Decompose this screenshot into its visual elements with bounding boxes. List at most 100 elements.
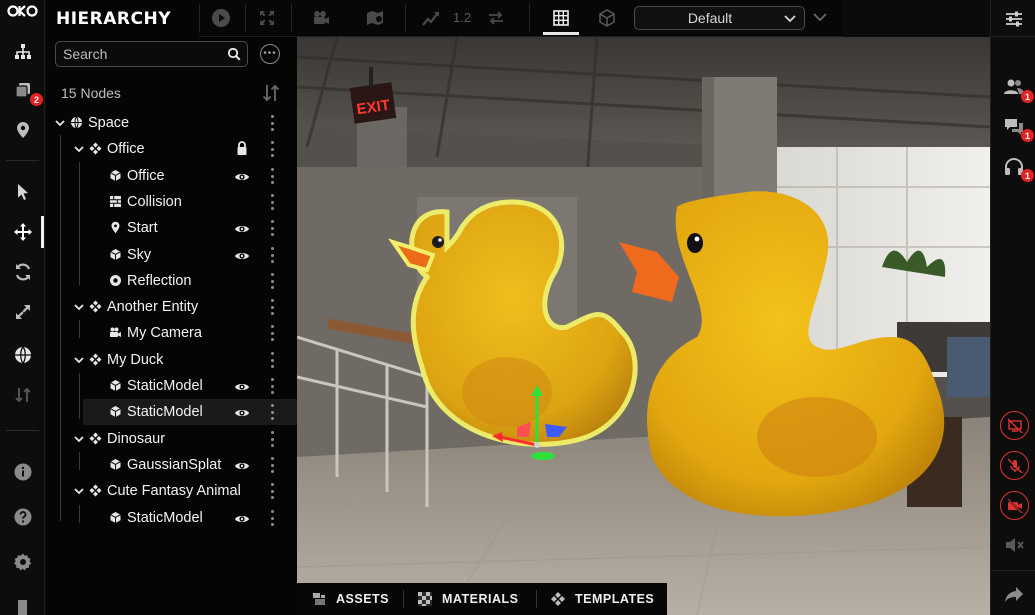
row-menu-icon[interactable]	[271, 168, 275, 184]
cube-icon	[109, 169, 122, 182]
fullscreen-button[interactable]	[249, 0, 285, 36]
row-menu-icon[interactable]	[271, 115, 275, 131]
scale-icon	[15, 305, 30, 319]
snap-button[interactable]	[0, 378, 45, 412]
chevron-down-icon[interactable]	[54, 116, 66, 128]
bounds-toggle-button[interactable]	[589, 0, 625, 36]
tab-templates[interactable]: TEMPLATES	[550, 583, 654, 615]
speaker-toggle[interactable]	[991, 528, 1035, 562]
tree-row[interactable]: My Duck	[46, 347, 297, 373]
trend-icon	[422, 12, 439, 26]
chevron-down-icon[interactable]	[73, 142, 85, 154]
tree-row[interactable]: Sky	[46, 242, 297, 268]
rotate-tool-button[interactable]	[0, 255, 45, 289]
info-button[interactable]	[0, 455, 45, 489]
entity-icon	[89, 300, 102, 313]
eye-icon[interactable]	[234, 222, 250, 234]
layers-badge: 2	[30, 93, 43, 106]
tree-row[interactable]: GaussianSplat	[46, 452, 297, 478]
sort-button[interactable]	[261, 83, 281, 103]
scale-tool-button[interactable]	[0, 295, 45, 329]
eye-icon[interactable]	[234, 170, 250, 182]
microphone-toggle[interactable]	[1000, 451, 1029, 480]
tree-row[interactable]: Office	[46, 163, 297, 189]
tree-row[interactable]: Reflection	[46, 268, 297, 294]
tree-row[interactable]: Dinosaur	[46, 426, 297, 452]
eye-icon[interactable]	[234, 249, 250, 261]
search-box[interactable]	[55, 41, 248, 67]
row-menu-icon[interactable]	[271, 483, 275, 499]
eye-icon[interactable]	[234, 512, 250, 524]
rail-divider	[6, 160, 39, 161]
help-button[interactable]	[0, 500, 45, 534]
row-menu-icon[interactable]	[271, 510, 275, 526]
materials-icon	[418, 592, 432, 606]
chevron-down-icon[interactable]	[73, 300, 85, 312]
tree-row-label: Start	[127, 220, 158, 236]
row-menu-icon[interactable]	[271, 194, 275, 210]
grid-toggle-button[interactable]	[543, 0, 579, 36]
move-tool-button[interactable]	[0, 215, 45, 249]
row-menu-icon[interactable]	[271, 220, 275, 236]
eye-icon[interactable]	[234, 459, 250, 471]
row-menu-icon[interactable]	[271, 431, 275, 447]
location-button[interactable]	[0, 113, 45, 147]
toolbar-collapse-chevron-icon[interactable]	[813, 11, 827, 23]
row-menu-icon[interactable]	[271, 325, 275, 341]
eye-icon[interactable]	[234, 380, 250, 392]
entity-icon	[89, 432, 102, 445]
search-input[interactable]	[63, 45, 223, 63]
tree-row[interactable]: StaticModel	[46, 373, 297, 399]
tree-row[interactable]: Another Entity	[46, 294, 297, 320]
settings-sliders-button[interactable]	[991, 2, 1035, 36]
camera-toggle[interactable]	[1000, 491, 1029, 520]
exit-button[interactable]	[0, 590, 45, 615]
row-menu-icon[interactable]	[271, 141, 275, 157]
tree-row[interactable]: StaticModel	[46, 505, 297, 531]
row-menu-icon[interactable]	[271, 299, 275, 315]
row-menu-icon[interactable]	[271, 457, 275, 473]
tree-row-label: Office	[127, 168, 165, 184]
tab-label: TEMPLATES	[575, 592, 655, 606]
tree-row[interactable]: Collision	[46, 189, 297, 215]
row-menu-icon[interactable]	[271, 378, 275, 394]
collision-icon	[109, 195, 122, 208]
tree-row[interactable]: Cute Fantasy Animal	[46, 478, 297, 504]
play-button[interactable]	[203, 0, 239, 36]
row-menu-icon[interactable]	[271, 273, 275, 289]
chevron-down-icon[interactable]	[73, 353, 85, 365]
view-mode-select[interactable]: Default	[634, 6, 805, 30]
screen-share-toggle[interactable]	[1000, 411, 1029, 440]
cube-icon	[109, 511, 122, 524]
tree-row[interactable]: StaticModel	[83, 399, 297, 425]
tree-row[interactable]: Office	[46, 136, 297, 162]
row-menu-icon[interactable]	[271, 404, 275, 420]
graph-button[interactable]	[413, 0, 449, 36]
swap-button[interactable]	[481, 0, 511, 36]
tree-row[interactable]: My Camera	[46, 320, 297, 346]
tree-row[interactable]: Start	[46, 215, 297, 241]
share-button[interactable]	[991, 577, 1035, 611]
tab-materials[interactable]: MATERIALS	[417, 583, 519, 615]
hierarchy-button[interactable]	[0, 35, 45, 69]
move-icon	[13, 223, 32, 241]
toolbar-divider	[199, 4, 200, 32]
eye-icon[interactable]	[234, 406, 250, 418]
row-menu-icon[interactable]	[271, 247, 275, 263]
view-mode-value: Default	[687, 10, 733, 26]
map-button[interactable]	[357, 0, 393, 36]
chevron-down-icon[interactable]	[73, 484, 85, 496]
lock-icon[interactable]	[236, 140, 248, 156]
row-menu-icon[interactable]	[271, 352, 275, 368]
sliders-icon	[1005, 11, 1022, 27]
world-space-button[interactable]	[0, 338, 45, 372]
tab-assets[interactable]: ASSETS	[311, 583, 389, 615]
settings-button[interactable]	[0, 545, 45, 579]
chevron-down-icon[interactable]	[73, 432, 85, 444]
top-toolbar: 1.2 Default	[199, 0, 843, 37]
tree-row[interactable]: Space	[46, 110, 297, 136]
more-options-button[interactable]: •••	[260, 44, 280, 64]
camera-button[interactable]	[303, 0, 339, 36]
scene-viewport[interactable]: EXIT	[297, 37, 990, 615]
select-tool-button[interactable]	[0, 175, 45, 209]
